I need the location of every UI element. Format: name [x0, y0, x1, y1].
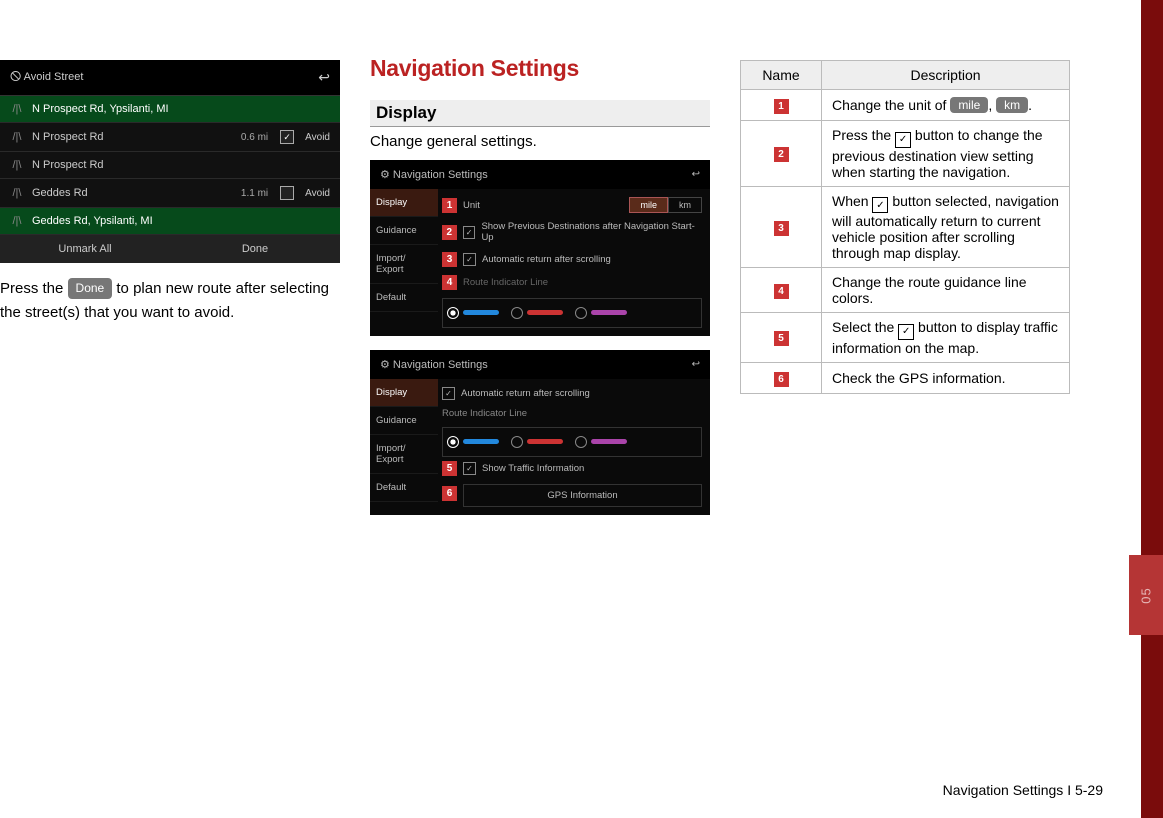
street-name: N Prospect Rd, Ypsilanti, MI — [32, 103, 330, 115]
sidebar-item[interactable]: Import/ Export — [370, 435, 438, 474]
section-display: Display — [370, 100, 710, 127]
marker-3: 3 — [442, 252, 457, 267]
marker-5: 5 — [774, 331, 789, 346]
road-icon: /|\ — [10, 187, 24, 199]
nav-settings-panel-1: ⚙ Navigation Settings ↩ DisplayGuidanceI… — [370, 160, 710, 336]
marker-2: 2 — [442, 225, 457, 240]
road-icon: /|\ — [10, 215, 24, 227]
page-footer: Navigation Settings I 5-29 — [943, 782, 1103, 798]
route-line-selector[interactable] — [442, 298, 702, 328]
done-button[interactable]: Done — [68, 278, 113, 299]
road-icon: /|\ — [10, 103, 24, 115]
description-table: Name Description 1 Change the unit of mil… — [740, 60, 1070, 394]
street-name: Geddes Rd — [32, 187, 233, 199]
nav-settings-panel-2: ⚙ Navigation Settings ↩ DisplayGuidanceI… — [370, 350, 710, 515]
gear-icon: ⚙ Navigation Settings — [380, 168, 488, 181]
description-cell: Select the button to display traffic inf… — [822, 313, 1070, 363]
checkbox-icon[interactable] — [463, 226, 476, 239]
gear-icon: ⚙ Navigation Settings — [380, 358, 488, 371]
checkbox-icon[interactable] — [280, 130, 294, 144]
street-distance: 1.1 mi — [241, 188, 268, 199]
checkbox-icon[interactable] — [442, 387, 455, 400]
checkbox-icon[interactable] — [463, 462, 476, 475]
marker-6: 6 — [774, 372, 789, 387]
unit-mile[interactable]: mile — [629, 197, 668, 213]
unit-pill: mile — [950, 97, 988, 113]
th-description: Description — [822, 61, 1070, 90]
sidebar-item[interactable]: Guidance — [370, 217, 438, 245]
street-row[interactable]: /|\ N Prospect Rd — [0, 152, 340, 179]
section-tab: 05 — [1129, 555, 1163, 635]
street-name: N Prospect Rd — [32, 159, 330, 171]
marker-4: 4 — [774, 284, 789, 299]
page-title: Navigation Settings — [370, 55, 710, 82]
street-name: N Prospect Rd — [32, 131, 233, 143]
description-cell: Check the GPS information. — [822, 362, 1070, 393]
sidebar-item[interactable]: Default — [370, 474, 438, 502]
unit-pill: km — [996, 97, 1028, 113]
checkbox-icon — [872, 197, 888, 213]
sidebar-item[interactable]: Default — [370, 284, 438, 312]
marker-3: 3 — [774, 221, 789, 236]
page-edge-strip — [1141, 0, 1163, 818]
sidebar-item[interactable]: Guidance — [370, 407, 438, 435]
unmark-all-button[interactable]: Unmark All — [0, 235, 170, 263]
marker-1: 1 — [442, 198, 457, 213]
road-icon: /|\ — [10, 131, 24, 143]
description-cell: Press the button to change the previous … — [822, 121, 1070, 187]
back-icon[interactable]: ↩ — [692, 169, 700, 180]
route-line-selector[interactable] — [442, 427, 702, 457]
street-name: Geddes Rd, Ypsilanti, MI — [32, 215, 330, 227]
avoid-caption: Press the Done to plan new route after s… — [0, 277, 340, 325]
street-row[interactable]: /|\N Prospect Rd0.6 miAvoid — [0, 123, 340, 152]
avoid-street-panel: 🛇 Avoid Street ↩ /|\ N Prospect Rd, Ypsil… — [0, 60, 340, 263]
description-cell: When button selected, navigation will au… — [822, 186, 1070, 268]
gps-info-button[interactable]: GPS Information — [463, 484, 702, 507]
sidebar-item[interactable]: Display — [370, 379, 438, 407]
checkbox-icon[interactable] — [280, 186, 294, 200]
marker-4: 4 — [442, 275, 457, 290]
avoid-title: Avoid Street — [24, 71, 84, 83]
checkbox-icon — [898, 324, 914, 340]
th-name: Name — [741, 61, 822, 90]
road-icon: /|\ — [10, 159, 24, 171]
checkbox-icon[interactable] — [463, 253, 476, 266]
marker-1: 1 — [774, 99, 789, 114]
done-button-panel[interactable]: Done — [170, 235, 340, 263]
section-caption: Change general settings. — [370, 133, 710, 150]
back-icon[interactable]: ↩ — [318, 69, 330, 86]
marker-6: 6 — [442, 486, 457, 501]
back-icon[interactable]: ↩ — [692, 359, 700, 370]
street-distance: 0.6 mi — [241, 132, 268, 143]
description-cell: Change the route guidance line colors. — [822, 268, 1070, 313]
avoid-header: 🛇 Avoid Street ↩ — [0, 60, 340, 96]
marker-5: 5 — [442, 461, 457, 476]
sidebar-item[interactable]: Import/ Export — [370, 245, 438, 284]
marker-2: 2 — [774, 147, 789, 162]
street-row[interactable]: /|\Geddes Rd1.1 miAvoid — [0, 179, 340, 208]
sidebar-item[interactable]: Display — [370, 189, 438, 217]
checkbox-icon — [895, 132, 911, 148]
street-row[interactable]: /|\ Geddes Rd, Ypsilanti, MI — [0, 208, 340, 235]
street-row[interactable]: /|\ N Prospect Rd, Ypsilanti, MI — [0, 96, 340, 123]
description-cell: Change the unit of mile, km. — [822, 90, 1070, 121]
unit-km[interactable]: km — [668, 197, 702, 213]
